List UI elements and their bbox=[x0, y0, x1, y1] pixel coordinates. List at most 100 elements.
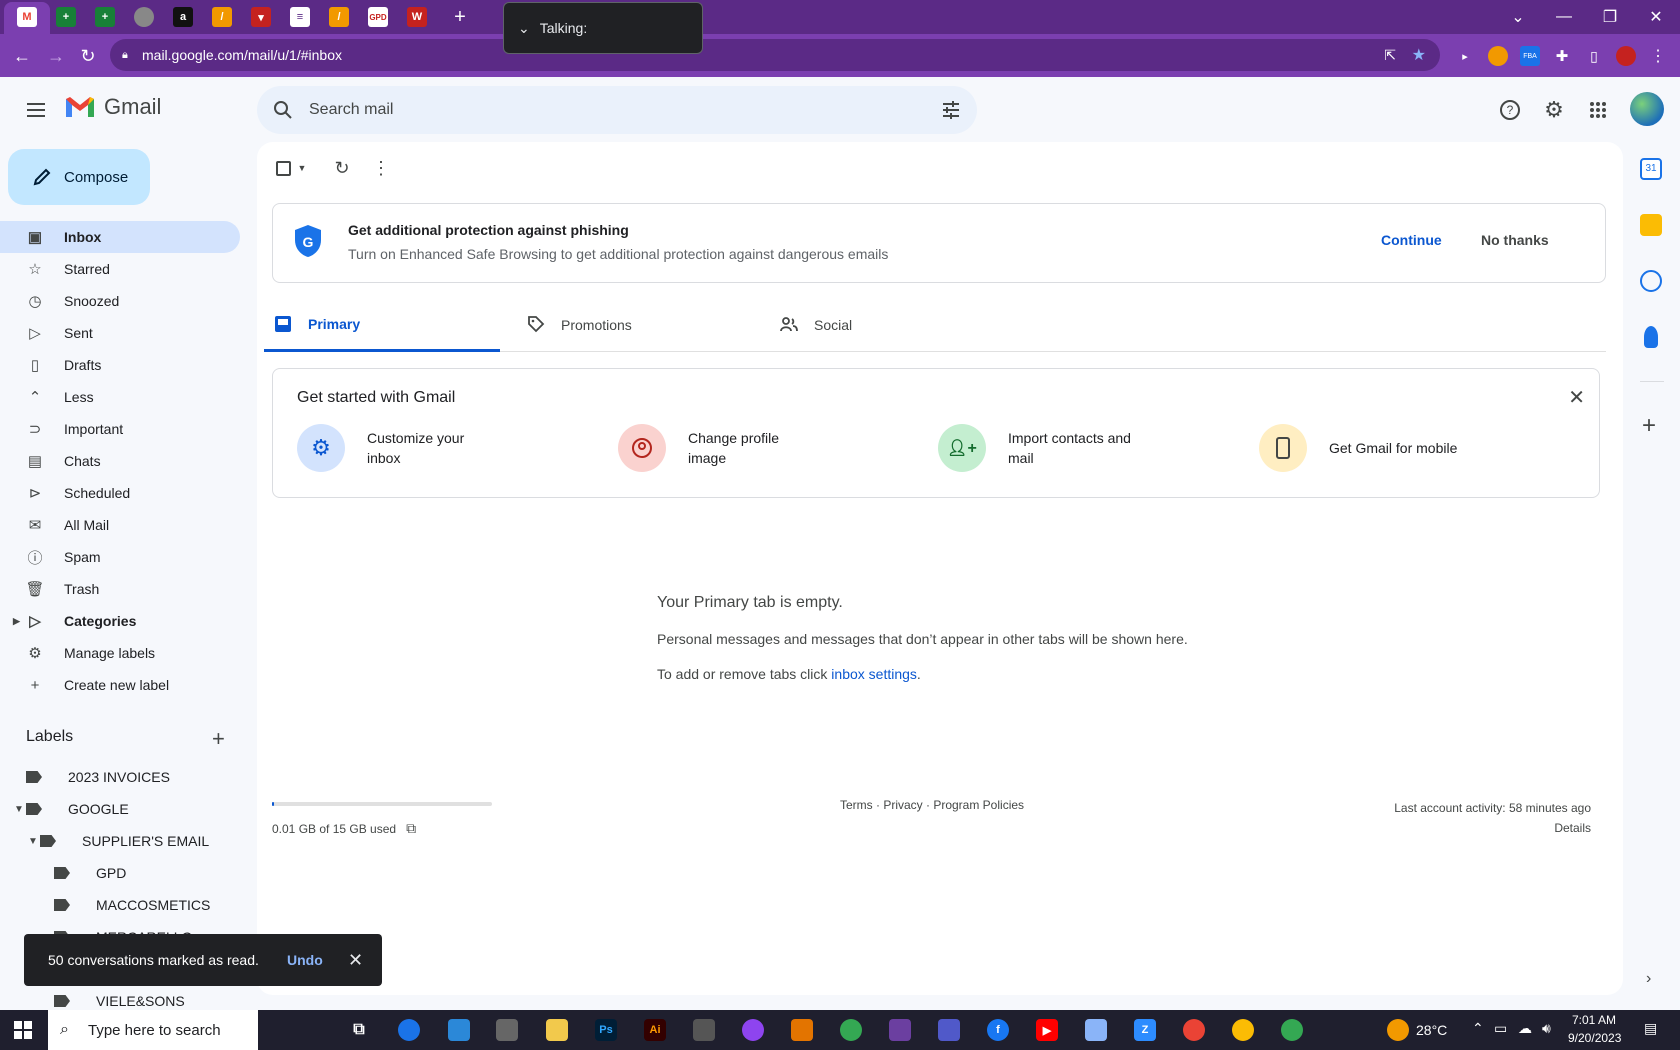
sidebar-item-scheduled[interactable]: ⊳ Scheduled bbox=[0, 477, 240, 509]
notes-icon[interactable] bbox=[1085, 1019, 1107, 1041]
w-tab-icon[interactable]: W bbox=[407, 7, 427, 27]
forward-icon[interactable]: → bbox=[42, 42, 70, 70]
gpd-tab-icon[interactable]: GPD bbox=[368, 7, 388, 27]
clock-date[interactable]: 9/20/2023 bbox=[1568, 1031, 1621, 1045]
refresh-icon[interactable]: ↻ bbox=[330, 156, 354, 180]
puzzle-icon[interactable]: ✚ bbox=[1552, 46, 1572, 66]
contacts-icon[interactable] bbox=[1644, 326, 1658, 348]
taskbar-search-input[interactable]: ⌕ Type here to search bbox=[48, 1010, 258, 1050]
sidebar-item-spam[interactable]: ⓘ Spam bbox=[0, 541, 240, 573]
search-options-icon[interactable] bbox=[941, 100, 961, 120]
sidebar-item-categories[interactable]: ▶ ▷ Categories bbox=[0, 605, 240, 637]
weather-temp[interactable]: 28°C bbox=[1416, 1022, 1447, 1038]
tab-promotions[interactable]: Promotions bbox=[517, 298, 753, 352]
close-icon[interactable]: ✕ bbox=[1568, 385, 1585, 410]
sidebar-item-important[interactable]: ⊃ Important bbox=[0, 413, 240, 445]
camera-icon[interactable] bbox=[496, 1019, 518, 1041]
search-input[interactable]: Search mail bbox=[257, 86, 977, 134]
no-thanks-button[interactable]: No thanks bbox=[1481, 232, 1549, 248]
sheets-tab-icon[interactable]: + bbox=[56, 7, 76, 27]
sidebar-item-all-mail[interactable]: ✉ All Mail bbox=[0, 509, 240, 541]
back-icon[interactable]: ← bbox=[8, 42, 36, 70]
tasks-icon[interactable] bbox=[1640, 270, 1662, 292]
extension-icon-2[interactable] bbox=[1488, 46, 1508, 66]
compose-button[interactable]: Compose bbox=[8, 149, 150, 205]
bookmark-star-icon[interactable]: ★ bbox=[1412, 45, 1426, 65]
inbox-settings-link[interactable]: inbox settings bbox=[831, 666, 917, 682]
settings-gear-icon[interactable]: ⚙ bbox=[1540, 96, 1568, 124]
gmail-logo[interactable]: Gmail bbox=[64, 94, 161, 120]
file-explorer-icon[interactable] bbox=[546, 1019, 568, 1041]
search-icon[interactable] bbox=[273, 100, 293, 120]
sidebar-item-starred[interactable]: ☆ Starred bbox=[0, 253, 240, 285]
sidebar-item-sent[interactable]: ▷ Sent bbox=[0, 317, 240, 349]
hide-side-panel-icon[interactable]: › bbox=[1646, 970, 1651, 988]
chrome-icon-4[interactable] bbox=[1281, 1019, 1303, 1041]
minimize-icon[interactable]: — bbox=[1544, 4, 1584, 30]
list-tab-icon[interactable]: ≡ bbox=[290, 7, 310, 27]
sidebar-item-chats[interactable]: ▤ Chats bbox=[0, 445, 240, 477]
app-icon[interactable] bbox=[791, 1019, 813, 1041]
share-icon[interactable]: ⇱ bbox=[1384, 47, 1396, 64]
extension-icon-3[interactable]: FBA bbox=[1520, 46, 1540, 66]
volume-icon[interactable]: 🔊︎ bbox=[1542, 1020, 1551, 1037]
tab-social[interactable]: Social bbox=[770, 298, 1006, 352]
facebook-icon[interactable]: f bbox=[987, 1019, 1009, 1041]
expand-arrow-icon[interactable]: ▶ bbox=[13, 616, 20, 627]
collapse-arrow-icon[interactable]: ▼ bbox=[14, 804, 24, 815]
url-field[interactable]: 🔒︎ mail.google.com/mail/u/1/#inbox ⇱ ★ bbox=[110, 39, 1440, 71]
gmail-tab-icon[interactable]: M bbox=[17, 7, 37, 27]
network-icon[interactable]: ▭ bbox=[1494, 1020, 1507, 1037]
restore-icon[interactable]: ❐ bbox=[1590, 4, 1630, 30]
chrome-icon-2[interactable] bbox=[1183, 1019, 1205, 1041]
label-item[interactable]: 2023 INVOICES bbox=[26, 761, 170, 793]
tab-search-icon[interactable]: ⌄ bbox=[1498, 4, 1538, 30]
label-item[interactable]: MACCOSMETICS bbox=[54, 889, 210, 921]
onedrive-icon[interactable]: ☁ bbox=[1518, 1020, 1532, 1037]
browser-menu-icon[interactable]: ⋮ bbox=[1648, 46, 1668, 66]
edge-icon[interactable] bbox=[398, 1019, 420, 1041]
label-item[interactable]: ▼ GOOGLE bbox=[14, 793, 129, 825]
sidebar-item-drafts[interactable]: ▯ Drafts bbox=[0, 349, 240, 381]
step-change-profile-image[interactable]: Change profile image bbox=[618, 424, 818, 472]
sheets-tab-icon-2[interactable]: + bbox=[95, 7, 115, 27]
chrome-icon[interactable] bbox=[840, 1019, 862, 1041]
collapse-arrow-icon[interactable]: ▼ bbox=[28, 836, 38, 847]
chrome-icon-3[interactable] bbox=[1232, 1019, 1254, 1041]
reload-icon[interactable]: ↻ bbox=[74, 42, 102, 70]
keep-icon[interactable] bbox=[1640, 214, 1662, 236]
app-tab-icon-3[interactable]: / bbox=[329, 7, 349, 27]
photoshop-icon[interactable]: Ps bbox=[595, 1019, 617, 1041]
sidebar-item-snoozed[interactable]: ◷ Snoozed bbox=[0, 285, 240, 317]
step-customize-inbox[interactable]: ⚙ Customize your inbox bbox=[297, 424, 497, 472]
open-external-icon[interactable]: ⧉ bbox=[406, 820, 416, 837]
close-icon[interactable]: ✕ bbox=[348, 950, 363, 971]
calendar-icon[interactable]: 31 bbox=[1640, 158, 1662, 180]
apps-grid-icon[interactable] bbox=[1584, 96, 1612, 124]
zoom-icon[interactable]: Z bbox=[1134, 1019, 1156, 1041]
help-icon[interactable]: ? bbox=[1496, 96, 1524, 124]
weather-icon[interactable] bbox=[1387, 1019, 1409, 1041]
more-options-icon[interactable]: ⋮ bbox=[369, 156, 393, 180]
app-icon-2[interactable] bbox=[889, 1019, 911, 1041]
add-label-icon[interactable]: + bbox=[212, 726, 225, 752]
app-tab-icon-2[interactable]: ▾ bbox=[251, 7, 271, 27]
sidebar-item-create-label[interactable]: + Create new label bbox=[0, 669, 240, 701]
tab-primary[interactable]: Primary bbox=[264, 298, 500, 352]
sidebar-item-trash[interactable]: 🗑︎ Trash bbox=[0, 573, 240, 605]
store-icon[interactable] bbox=[448, 1019, 470, 1041]
talking-popup[interactable]: ⌄ Talking: bbox=[503, 2, 703, 54]
new-tab-icon[interactable]: + bbox=[450, 6, 470, 28]
get-addons-icon[interactable]: + bbox=[1642, 412, 1656, 440]
close-window-icon[interactable]: ✕ bbox=[1636, 4, 1676, 30]
account-avatar[interactable] bbox=[1630, 92, 1664, 126]
step-import-contacts[interactable]: 👤︎+ Import contacts and mail bbox=[938, 424, 1138, 472]
messenger-icon[interactable] bbox=[742, 1019, 764, 1041]
details-link[interactable]: Details bbox=[1394, 818, 1591, 838]
label-item[interactable]: GPD bbox=[54, 857, 126, 889]
clock-time[interactable]: 7:01 AM bbox=[1572, 1013, 1616, 1027]
youtube-icon[interactable]: ▶ bbox=[1036, 1019, 1058, 1041]
select-dropdown-icon[interactable]: ▼ bbox=[290, 156, 314, 180]
task-view-icon[interactable]: ⧉ bbox=[348, 1019, 370, 1041]
label-item[interactable]: ▼ SUPPLIER'S EMAIL bbox=[28, 825, 209, 857]
